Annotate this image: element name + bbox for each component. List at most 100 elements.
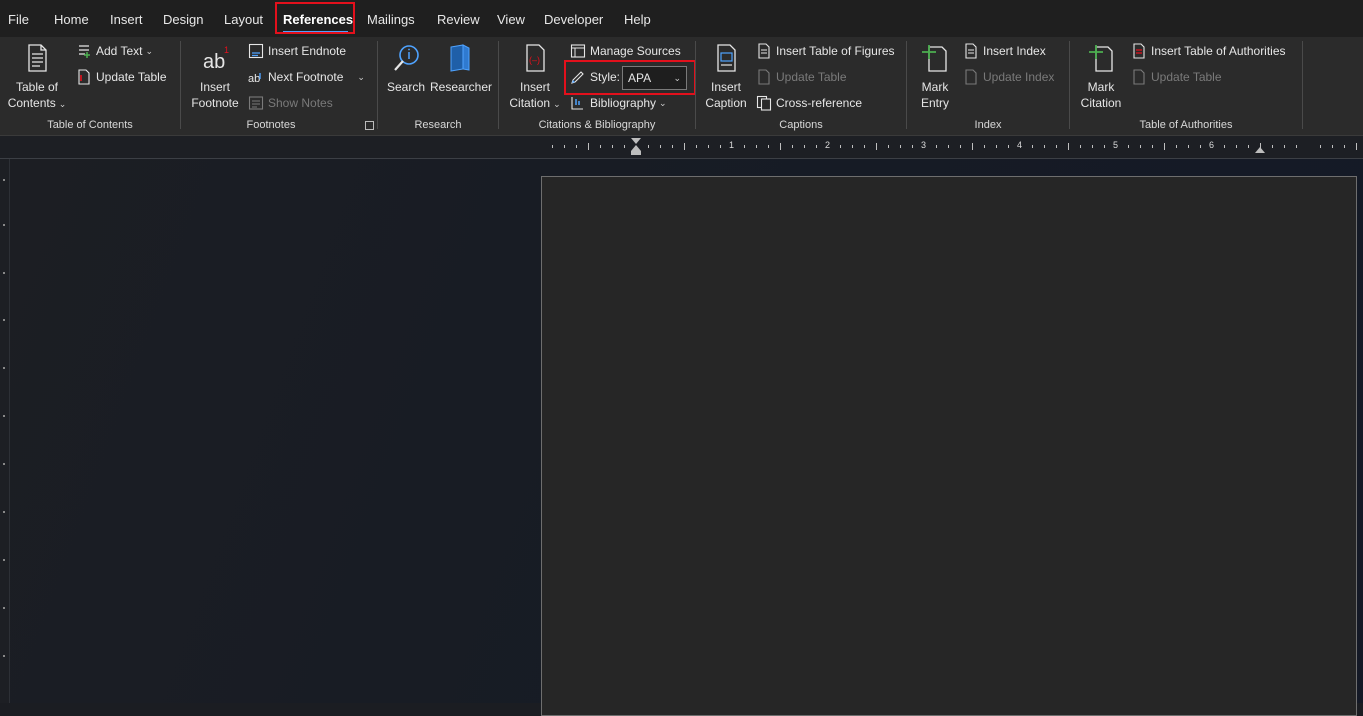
update-table-icon [758, 69, 770, 85]
ruler-tick [876, 143, 877, 150]
menu-bar: File Home Insert Design Layout Reference… [0, 0, 1363, 37]
insert-citation-icon: (–) [526, 44, 545, 72]
ruler-tick [612, 145, 613, 148]
table-of-contents-button[interactable]: Table of Contents ⌄ [6, 43, 68, 112]
update-table-icon [1133, 69, 1145, 85]
bibliography-icon [571, 97, 583, 110]
ruler-tick [1224, 145, 1225, 148]
toc-label-2: Contents ⌄ [7, 96, 67, 110]
vruler-mark [3, 179, 5, 181]
add-text-button[interactable]: Add Text ⌄ [76, 41, 153, 61]
vruler-mark [3, 367, 5, 369]
mark-entry-button[interactable]: Mark Entry [912, 43, 958, 111]
next-footnote-dropdown-icon[interactable]: ⌄ [357, 72, 365, 83]
tab-home[interactable]: Home [54, 12, 89, 27]
researcher-label: Researcher [430, 80, 493, 94]
ruler-tick [600, 145, 601, 148]
mark-citation-button[interactable]: Mark Citation [1076, 43, 1126, 111]
insert-footnote-label-1: Insert [199, 80, 230, 94]
ruler-tick [948, 145, 949, 148]
vruler-mark [3, 224, 5, 226]
ruler-tick [1248, 145, 1249, 148]
ruler-tick [1152, 145, 1153, 148]
next-footnote-button[interactable]: ab Next Footnote ⌄ [248, 67, 365, 87]
add-text-icon [79, 45, 90, 58]
show-notes-button[interactable]: Show Notes [248, 93, 333, 113]
search-icon [394, 45, 419, 71]
toc-label-1: Table of [15, 80, 59, 94]
ruler-tick [1200, 145, 1201, 148]
insert-caption-button[interactable]: Insert Caption [701, 43, 751, 111]
footnotes-dialog-launcher-icon[interactable] [365, 121, 374, 130]
ruler-tick [1356, 143, 1357, 150]
manage-sources-icon [570, 44, 586, 58]
tab-mailings[interactable]: Mailings [367, 12, 415, 27]
ruler-tick [744, 145, 745, 148]
ruler-tick [564, 145, 565, 148]
cross-reference-button[interactable]: Cross-reference [756, 93, 862, 113]
ruler-tick [624, 145, 625, 148]
group-label-authorities: Table of Authorities [1139, 119, 1233, 131]
tab-developer[interactable]: Developer [544, 12, 603, 27]
ruler-tick [1164, 143, 1165, 150]
group-label-toc: Table of Contents [47, 119, 133, 131]
vruler-mark [3, 511, 5, 513]
insert-table-of-authorities-button[interactable]: Insert Table of Authorities [1131, 41, 1286, 61]
group-label-research: Research [414, 119, 462, 131]
ruler-tick [1140, 145, 1141, 148]
insert-citation-label-2: Citation ⌄ [509, 96, 561, 110]
ruler-tick [768, 145, 769, 148]
ruler-tick [1008, 145, 1009, 148]
ruler-tick [984, 145, 985, 148]
insert-caption-label-1: Insert [710, 80, 741, 94]
ruler-number: 4 [1017, 140, 1023, 150]
insert-caption-icon [717, 44, 736, 72]
manage-sources-button[interactable]: Manage Sources [570, 41, 681, 61]
ruler-tick [1236, 145, 1237, 148]
ruler-tick [660, 145, 661, 148]
insert-caption-label-2: Caption [705, 96, 747, 110]
ruler-tick [684, 143, 685, 150]
ruler-tick [936, 145, 937, 148]
tab-view[interactable]: View [497, 12, 525, 27]
tab-insert[interactable]: Insert [110, 12, 143, 27]
insert-citation-label-1: Insert [519, 80, 550, 94]
tab-review[interactable]: Review [437, 12, 480, 27]
horizontal-ruler[interactable]: 1 2 3 4 5 6 [537, 138, 1363, 156]
vruler-mark [3, 319, 5, 321]
researcher-button[interactable]: Researcher [430, 43, 493, 95]
update-table-toc-button[interactable]: Update Table [76, 67, 167, 87]
bibliography-button[interactable]: Bibliography ⌄ [570, 93, 667, 113]
insert-index-button[interactable]: Insert Index [963, 41, 1046, 61]
group-separator [1302, 41, 1303, 129]
document-page[interactable] [541, 176, 1357, 716]
group-separator [906, 41, 907, 129]
indent-marker-icon[interactable] [630, 138, 642, 156]
tab-help[interactable]: Help [624, 12, 651, 27]
tab-design[interactable]: Design [163, 12, 203, 27]
vruler-mark [3, 655, 5, 657]
update-index-icon [965, 69, 977, 85]
ruler-tick [1344, 145, 1345, 148]
tab-layout[interactable]: Layout [224, 12, 263, 27]
insert-endnote-button[interactable]: Insert Endnote [248, 41, 346, 61]
next-footnote-icon: ab [248, 73, 261, 85]
footnote-icon: ab 1 [203, 45, 229, 73]
insert-footnote-label-2: Footnote [191, 96, 239, 110]
ruler-tick [1320, 145, 1321, 148]
search-button[interactable]: Search [385, 43, 427, 95]
researcher-icon [450, 44, 470, 72]
update-table-captions-button[interactable]: Update Table [756, 67, 847, 87]
update-index-button[interactable]: Update Index [963, 67, 1054, 87]
style-highlight [564, 60, 696, 95]
insert-table-of-figures-button[interactable]: Insert Table of Figures [756, 41, 895, 61]
vruler-mark [3, 463, 5, 465]
tab-file[interactable]: File [8, 12, 29, 27]
table-of-authorities-icon [1133, 43, 1145, 59]
search-label: Search [386, 80, 426, 94]
insert-citation-button[interactable]: (–) Insert Citation ⌄ [506, 43, 564, 112]
update-table-authorities-button[interactable]: Update Table [1131, 67, 1222, 87]
ruler-tick [1296, 145, 1297, 148]
insert-footnote-button[interactable]: ab 1 Insert Footnote [186, 43, 244, 111]
ruler-tick [864, 145, 865, 148]
